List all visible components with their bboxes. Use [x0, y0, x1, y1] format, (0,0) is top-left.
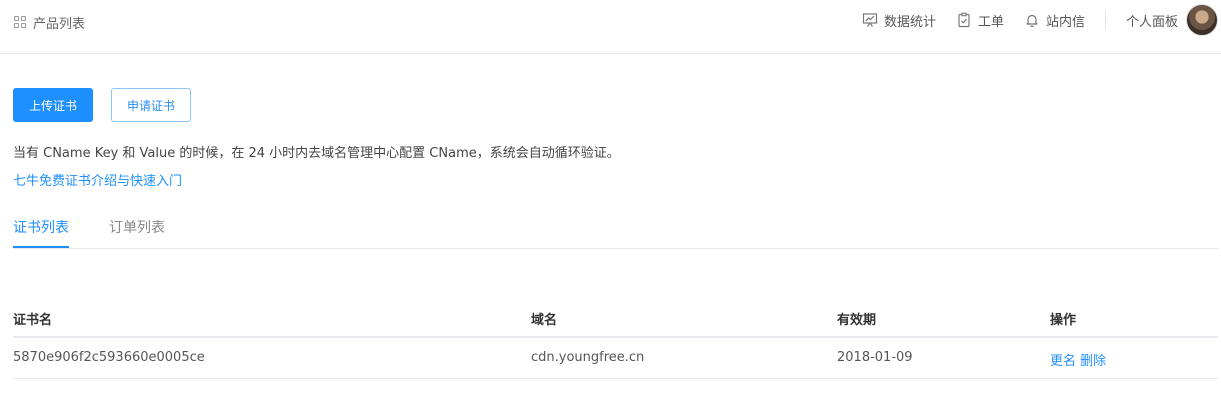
certificate-table: 证书名 域名 有效期 操作 5870e906f2c593660e0005ce c… [13, 298, 1218, 379]
nav-statistics[interactable]: 数据统计 [862, 11, 936, 30]
top-bar: 产品列表 数据统计 工单 站内信 个人面板 [0, 0, 1221, 54]
nav-messages[interactable]: 站内信 [1024, 11, 1085, 30]
column-header-domain: 域名 [531, 313, 558, 328]
grid-icon [14, 15, 27, 29]
bell-icon [1026, 14, 1038, 28]
avatar[interactable] [1186, 4, 1218, 36]
table-header: 证书名 域名 有效期 操作 [13, 298, 1218, 338]
active-tab-indicator [13, 246, 69, 248]
actions-cell: 更名 删除 [1050, 350, 1106, 369]
top-nav: 数据统计 工单 站内信 个人面板 [862, 0, 1221, 40]
domain-cell: cdn.youngfree.cn [531, 350, 645, 365]
nav-messages-label: 站内信 [1045, 14, 1085, 30]
nav-divider [1104, 11, 1106, 29]
upload-certificate-button[interactable]: 上传证书 [13, 88, 93, 122]
nav-ticket[interactable]: 工单 [956, 11, 1004, 30]
breadcrumb[interactable]: 产品列表 [14, 12, 85, 32]
column-header-expiry: 有效期 [837, 313, 877, 328]
user-panel-link[interactable]: 个人面板 [1126, 11, 1178, 30]
delete-link[interactable]: 删除 [1080, 354, 1106, 369]
apply-certificate-button[interactable]: 申请证书 [111, 88, 191, 122]
breadcrumb-label: 产品列表 [33, 16, 86, 32]
tab-certificate-list[interactable]: 证书列表 [13, 217, 69, 237]
nav-ticket-label: 工单 [977, 14, 1004, 30]
column-header-actions: 操作 [1050, 313, 1077, 328]
tab-order-list[interactable]: 订单列表 [109, 217, 165, 237]
nav-statistics-label: 数据统计 [883, 14, 936, 30]
chart-icon [862, 13, 878, 27]
free-cert-intro-link[interactable]: 七牛免费证书介绍与快速入门 [13, 170, 182, 189]
table-row: 5870e906f2c593660e0005ce cdn.youngfree.c… [13, 338, 1218, 379]
rename-link[interactable]: 更名 [1050, 354, 1076, 369]
expiry-cell: 2018-01-09 [837, 350, 913, 365]
tab-bar: 证书列表 订单列表 [13, 210, 1218, 249]
cname-notice: 当有 CName Key 和 Value 的时候，在 24 小时内去域名管理中心… [13, 146, 620, 161]
clipboard-icon [958, 12, 970, 28]
column-header-name: 证书名 [13, 313, 53, 328]
cert-name-cell: 5870e906f2c593660e0005ce [13, 350, 205, 365]
